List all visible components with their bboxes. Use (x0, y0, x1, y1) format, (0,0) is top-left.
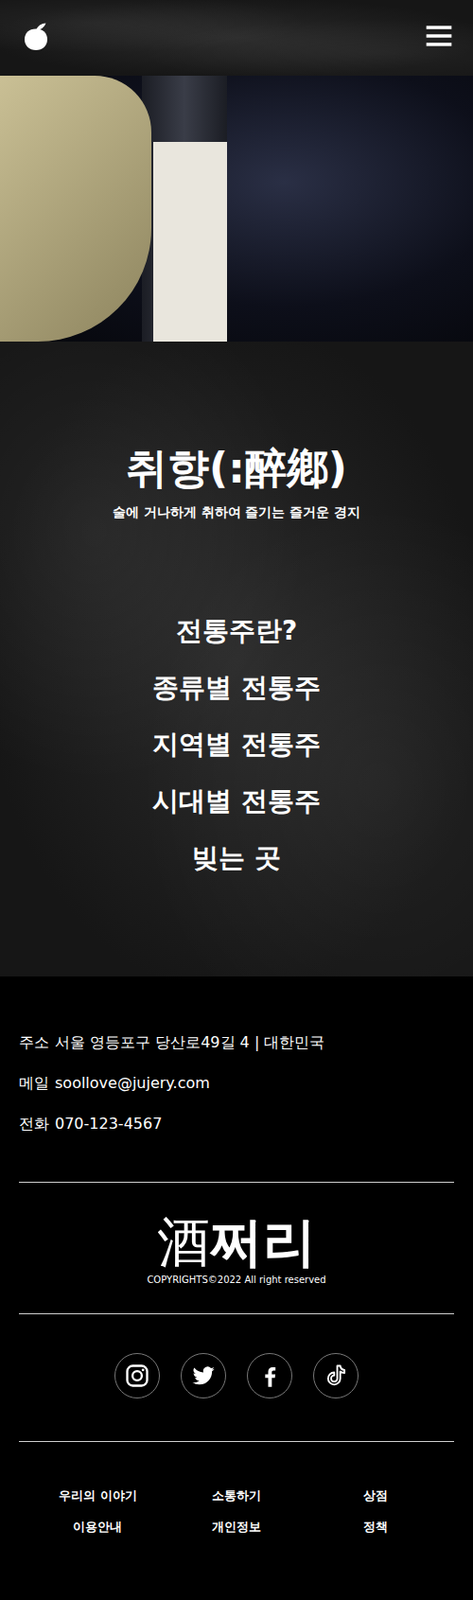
contact-line: 전화070-123-4567 (18, 1112, 455, 1136)
intro-section: 취향(:醉鄕) 술에 거나하게 취하여 즐기는 즐거운 경지전통주란? 종류별 전통… (0, 341, 473, 977)
facebook-icon (256, 1362, 283, 1389)
divider (18, 1313, 455, 1314)
contact-label: 주소 (18, 1031, 50, 1054)
contact-line: 주소서울 영등포구 당산로49길 4 | 대한민국 (18, 1031, 455, 1054)
divider (18, 1181, 455, 1183)
site-footer: 주소서울 영등포구 당산로49길 4 | 대한민국메일soollove@juje… (0, 976, 473, 1600)
copyright: COPYRIGHTS©2022 All right reserved (18, 1273, 455, 1287)
main-nav: 전통주란? 종류별 전통주지역별 전통주시대별 전통주빚는 곳 (152, 613, 321, 876)
home-link[interactable] (18, 18, 53, 57)
footer-link[interactable]: 이용안내 (28, 1518, 168, 1536)
nav-item[interactable]: 지역별 전통주 (152, 726, 321, 763)
social-link[interactable] (114, 1352, 160, 1399)
contact-label: 전화 (18, 1112, 50, 1136)
footer-link[interactable]: 정책 (305, 1518, 445, 1536)
social-links (18, 1352, 455, 1399)
nav-item[interactable]: 전통주란? (175, 613, 298, 649)
section-subtitle: 술에 거나하게 취하여 즐기는 즐거운 경지 (112, 503, 361, 521)
twitter-icon (190, 1362, 217, 1389)
divider (18, 1440, 455, 1442)
footer-links: 우리의 이야기소통하기상점이용안내개인정보정책 (18, 1487, 455, 1536)
contact-line: 메일soollove@jujery.com (18, 1071, 455, 1095)
footer-brand: 酒쩌리COPYRIGHTS©2022 All right reserved (18, 1210, 455, 1287)
footer-link[interactable]: 개인정보 (167, 1518, 307, 1536)
nav-item[interactable]: 빚는 곳 (192, 840, 281, 876)
cloth-shape (0, 75, 152, 342)
social-link[interactable] (313, 1352, 359, 1399)
contact-value: 070-123-4567 (54, 1112, 162, 1136)
contact-value: soollove@jujery.com (54, 1071, 211, 1095)
nav-item[interactable]: 시대별 전통주 (152, 783, 321, 820)
site-header (0, 0, 473, 76)
brand-hanja: 酒 (157, 1210, 211, 1273)
nav-item[interactable]: 종류별 전통주 (152, 669, 321, 706)
bottle-label (153, 141, 228, 342)
menu-button[interactable] (423, 20, 455, 55)
apple-logo-icon (18, 18, 53, 53)
brand-hangul: 쩌리 (210, 1210, 316, 1273)
hamburger-icon (423, 20, 455, 52)
brand-logo: 酒쩌리 (18, 1210, 455, 1274)
footer-link[interactable]: 상점 (305, 1487, 445, 1505)
contact-label: 메일 (18, 1071, 50, 1095)
social-link[interactable] (246, 1352, 293, 1399)
section-title: 취향(:醉鄕) (125, 443, 348, 494)
tiktok-icon (322, 1362, 350, 1389)
footer-link[interactable]: 소통하기 (167, 1487, 307, 1505)
instagram-icon (123, 1362, 151, 1389)
social-link[interactable] (180, 1352, 227, 1399)
footer-link[interactable]: 우리의 이야기 (28, 1487, 168, 1505)
hero-photo (0, 75, 473, 342)
contact-value: 서울 영등포구 당산로49길 4 | 대한민국 (54, 1031, 325, 1054)
